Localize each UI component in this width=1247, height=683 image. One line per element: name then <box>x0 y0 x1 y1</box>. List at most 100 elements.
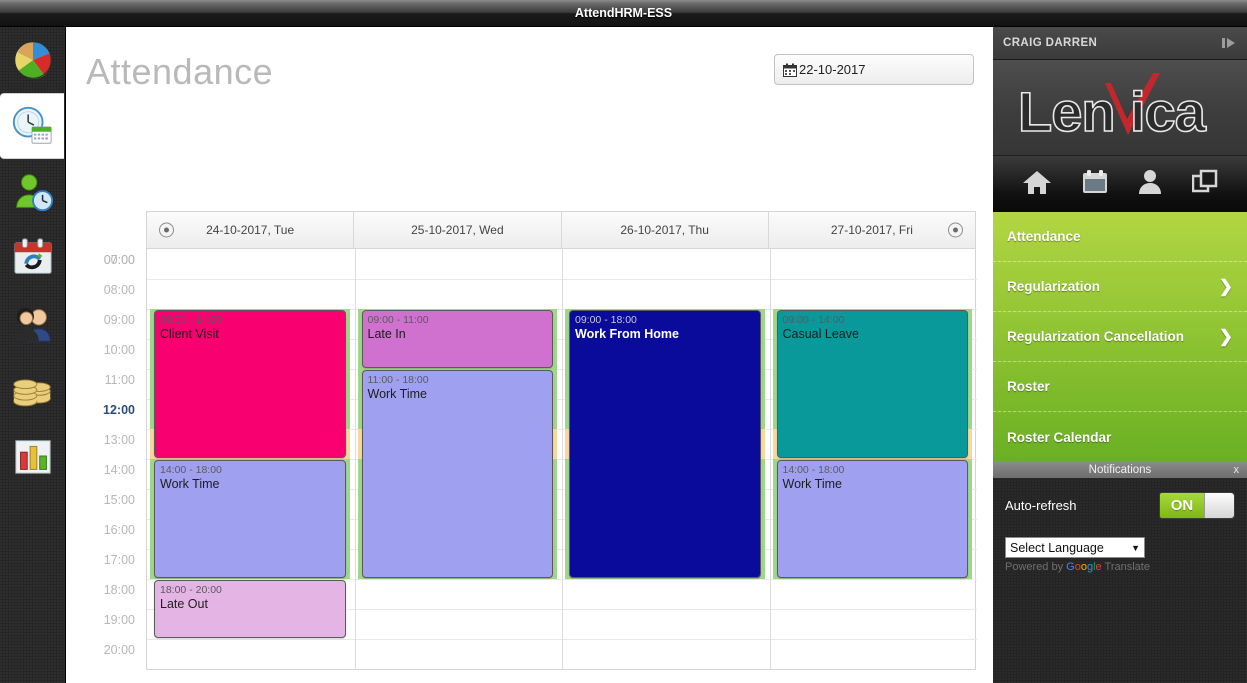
calendar-event-time: 09:00 - 18:00 <box>575 314 637 326</box>
app-window: AttendHRM-ESS Attendance 22-10-2017 24-1… <box>0 0 1247 683</box>
language-select[interactable]: Select Language ▼ <box>1005 537 1145 558</box>
windows-icon[interactable] <box>1191 169 1218 200</box>
user-bar: CRAIG DARREN <box>993 27 1247 60</box>
time-axis-label: 17:00 <box>103 553 135 567</box>
calendar-day-column-header[interactable]: 27-10-2017, Fri <box>769 212 975 248</box>
time-axis-label: 18:00 <box>103 583 135 597</box>
close-icon[interactable]: x <box>1234 464 1240 476</box>
calendar-event-name: Casual Leave <box>782 327 859 342</box>
calendar-event-name: Work Time <box>367 387 428 402</box>
time-axis-label: 10:00 <box>103 343 135 357</box>
notifications-header: Notifications x <box>993 462 1247 478</box>
panel-menu-item-label: Roster <box>1007 379 1050 394</box>
time-axis-label: 14:00 <box>103 463 135 477</box>
time-axis-label: 11:00 <box>104 373 135 387</box>
clock-calendar-icon <box>12 106 52 144</box>
language-select-value: Select Language <box>1010 540 1104 555</box>
panel-menu-item-label: Regularization Cancellation <box>1007 329 1185 344</box>
right-panel: CRAIG DARREN Len ica Attendance Regulari… <box>993 27 1247 683</box>
calendar-event-name: Work From Home <box>575 327 679 342</box>
calendar-event[interactable]: 11:00 - 18:00 Work Time <box>361 370 553 578</box>
sidebar-item-employees[interactable] <box>0 291 66 357</box>
calendar-event[interactable]: 14:00 - 18:00 Work Time <box>154 460 346 578</box>
brand-logo: Len ica <box>993 60 1247 156</box>
auto-refresh-toggle[interactable]: ON <box>1159 492 1235 519</box>
toggle-knob <box>1204 493 1234 518</box>
calendar-event[interactable]: 14:00 - 18:00 Work Time <box>776 460 968 578</box>
calendar-event-time: 09:00 - 14:00 <box>160 314 222 326</box>
sidebar-item-payroll[interactable] <box>0 357 66 423</box>
panel-menu-item[interactable]: Regularization Cancellation ❯ <box>993 312 1247 362</box>
panel-menu-item[interactable]: Roster Calendar <box>993 412 1247 462</box>
sidebar-item-leave-calendar[interactable] <box>0 225 66 291</box>
auto-refresh-row: Auto-refresh ON <box>1005 492 1235 519</box>
user-name: CRAIG DARREN <box>1003 37 1098 49</box>
page-title: Attendance <box>86 51 274 92</box>
calendar-icon[interactable] <box>1082 169 1108 200</box>
time-axis-label: 19:00 <box>103 613 135 627</box>
window-title: AttendHRM-ESS <box>574 6 673 20</box>
sidebar-item-reports[interactable] <box>0 423 66 489</box>
calendar-day-column-header[interactable]: 26-10-2017, Thu <box>562 212 769 248</box>
collapse-panel-icon[interactable] <box>1221 37 1237 49</box>
calendar-event-time: 14:00 - 18:00 <box>782 464 845 476</box>
attendance-calendar: 24-10-2017, Tue 25-10-2017, Wed 26-10-2017… <box>81 185 993 677</box>
calendar-day-column-header[interactable]: 25-10-2017, Wed <box>354 212 562 248</box>
calendar-header-row: 24-10-2017, Tue 25-10-2017, Wed 26-10-2017… <box>146 211 976 249</box>
notifications-title: Notifications <box>1088 464 1152 476</box>
time-axis-label: 12:00 <box>103 403 135 417</box>
time-axis-label: 13:00 <box>103 433 135 447</box>
calendar-event[interactable]: 09:00 - 11:00 Late In <box>361 310 553 368</box>
calendar-column-divider <box>562 249 563 669</box>
date-picker-value: 22-10-2017 <box>799 62 866 77</box>
calendar-event[interactable]: 18:00 - 20:00 Late Out <box>154 580 346 638</box>
calendar-day-label: 26-10-2017, Thu <box>620 223 709 237</box>
calendar-event-time: 11:00 - 18:00 <box>367 374 429 386</box>
calendar-day-label: 25-10-2017, Wed <box>411 223 504 237</box>
notifications-body: Auto-refresh ON Select Language ▼ Powere… <box>993 478 1247 581</box>
calendar-column-divider <box>354 249 356 669</box>
calendar-event-time: 09:00 - 11:00 <box>367 314 429 326</box>
sidebar-item-dashboard[interactable] <box>0 27 66 93</box>
panel-menu-item-label: Attendance <box>1007 229 1081 244</box>
panel-menu-item[interactable]: Regularization ❯ <box>993 262 1247 312</box>
calendar-day-label: 24-10-2017, Tue <box>206 223 295 237</box>
calendar-refresh-icon <box>14 238 52 274</box>
panel-menu-item[interactable]: Roster <box>993 362 1247 412</box>
main-content: Attendance 22-10-2017 24-10-2017, Tue 25-… <box>66 27 993 683</box>
time-axis-label: 16:00 <box>103 523 135 537</box>
date-picker[interactable]: 22-10-2017 <box>774 54 974 85</box>
panel-menu-item-label: Roster Calendar <box>1007 429 1112 445</box>
prev-day-icon[interactable] <box>159 222 174 238</box>
lenvica-logo-icon: Len ica <box>1017 72 1209 143</box>
left-icon-rail <box>0 27 66 683</box>
calendar-event-time: 18:00 - 20:00 <box>160 584 222 596</box>
time-axis-label: 15:00 <box>103 493 135 507</box>
calendar-event[interactable]: 09:00 - 18:00 Work From Home <box>569 310 761 578</box>
people-icon <box>13 307 51 342</box>
calendar-day-label: 27-10-2017, Fri <box>830 223 913 237</box>
pie-chart-icon <box>14 41 52 79</box>
calendar-event-time: 09:00 - 14:00 <box>782 314 845 326</box>
home-icon[interactable] <box>1022 169 1052 200</box>
person-icon[interactable] <box>1138 169 1162 200</box>
next-day-icon[interactable] <box>948 222 963 238</box>
panel-menu-item-label: Regularization <box>1007 279 1101 294</box>
google-wordmark: Google <box>1066 561 1102 573</box>
svg-text:Len: Len <box>1018 80 1115 143</box>
panel-menu: Attendance Regularization ❯ Regularization … <box>993 212 1247 462</box>
panel-menu-item[interactable]: Attendance <box>993 212 1247 262</box>
calendar-day-column-header[interactable]: 24-10-2017, Tue <box>147 212 355 248</box>
chevron-down-icon: ▼ <box>1131 542 1140 553</box>
sidebar-item-attendance[interactable] <box>0 93 64 159</box>
powered-suffix: Translate <box>1101 561 1150 573</box>
bar-chart-icon <box>15 440 51 474</box>
calendar-event[interactable]: 09:00 - 14:00 Casual Leave <box>776 310 968 458</box>
time-axis-label-overlap: 07:00 <box>103 253 135 267</box>
toggle-on-label: ON <box>1160 493 1204 518</box>
sidebar-item-employee-time[interactable] <box>0 159 66 225</box>
calendar-event-time: 14:00 - 18:00 <box>160 464 222 476</box>
powered-by-google-translate: Powered by Google Translate <box>1005 561 1235 573</box>
time-axis-label: 08:00 <box>103 283 135 297</box>
calendar-event[interactable]: 09:00 - 14:00 Client Visit <box>154 310 346 458</box>
